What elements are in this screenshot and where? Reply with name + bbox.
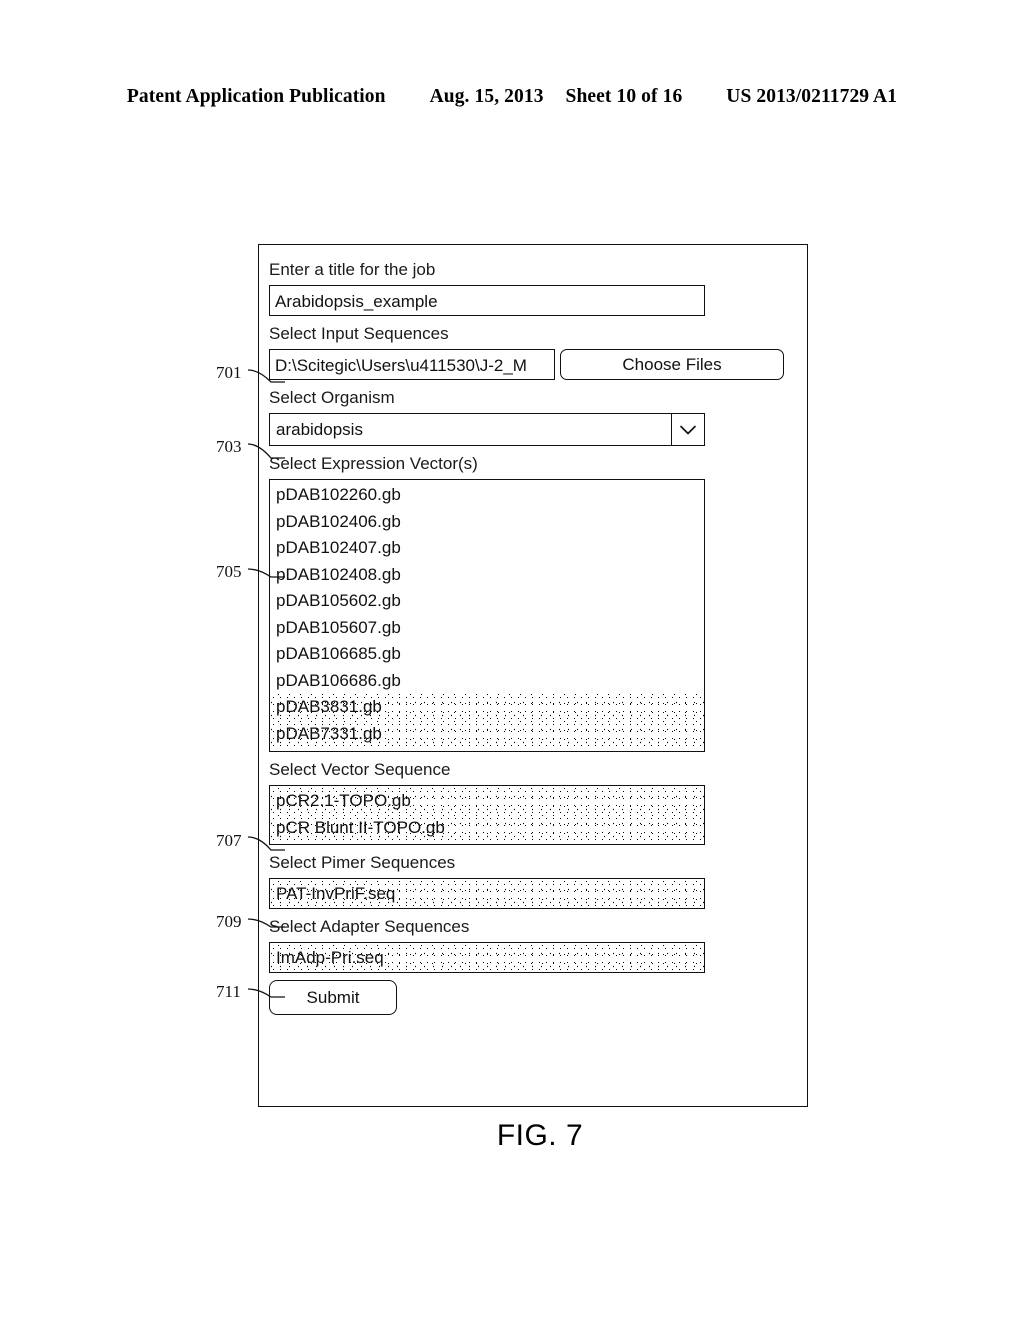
list-item[interactable]: pDAB7331.gb	[270, 720, 704, 747]
job-title-label: Enter a title for the job	[269, 260, 436, 279]
input-sequences-row: D:\Scitegic\Users\u411530\J-2_M Choose F…	[269, 349, 799, 380]
callout-703-label: 703	[216, 437, 242, 456]
patent-number: US 2013/0211729 A1	[726, 86, 898, 107]
list-item[interactable]: pDAB102408.gb	[270, 562, 704, 589]
expression-vector-field-group: Select Expression Vector(s) pDAB102260.g…	[269, 453, 799, 752]
publication-date: Aug. 15, 2013	[429, 86, 544, 107]
list-item[interactable]: pCR2.1-TOPO.gb	[270, 788, 704, 815]
list-item[interactable]: pCR Blunt II-TOPO.gb	[270, 814, 704, 841]
publication-header-left: Patent Application Publication	[126, 86, 386, 107]
organism-select[interactable]: arabidopsis	[269, 413, 705, 446]
adapter-sequence-field-group: Select Adapter Sequences ImAdp-Pri.seq	[269, 916, 799, 973]
job-submission-dialog: Enter a title for the job Arabidopsis_ex…	[258, 244, 808, 1107]
input-sequences-field-group: Select Input Sequences D:\Scitegic\Users…	[269, 323, 799, 380]
list-item[interactable]: pDAB106685.gb	[270, 641, 704, 668]
input-sequences-field[interactable]: D:\Scitegic\Users\u411530\J-2_M	[269, 349, 555, 380]
primer-sequence-field-group: Select Pimer Sequences PAT-InvPriF.seq	[269, 852, 799, 909]
callout-711-label: 711	[216, 982, 241, 1001]
list-item[interactable]: pDAB3831.gb	[270, 694, 704, 721]
job-title-field-group: Enter a title for the job Arabidopsis_ex…	[269, 259, 799, 316]
callout-701-label: 701	[216, 363, 242, 382]
submit-button[interactable]: Submit	[269, 980, 397, 1015]
adapter-sequence-list[interactable]: ImAdp-Pri.seq	[269, 942, 705, 973]
input-sequences-label: Select Input Sequences	[269, 324, 449, 343]
callout-701-leader	[247, 369, 285, 383]
list-item[interactable]: pDAB105607.gb	[270, 615, 704, 642]
vector-sequence-list[interactable]: pCR2.1-TOPO.gb pCR Blunt II-TOPO.gb	[269, 785, 705, 845]
expression-vector-list[interactable]: pDAB102260.gb pDAB102406.gb pDAB102407.gb p…	[269, 479, 705, 752]
expression-vector-label: Select Expression Vector(s)	[269, 454, 478, 473]
vector-sequence-field-group: Select Vector Sequence pCR2.1-TOPO.gb pCR…	[269, 759, 799, 845]
list-item[interactable]: pDAB102260.gb	[270, 482, 704, 509]
list-item[interactable]: pDAB102407.gb	[270, 535, 704, 562]
list-item[interactable]: pDAB102406.gb	[270, 509, 704, 536]
organism-label: Select Organism	[269, 388, 395, 407]
list-item[interactable]: pDAB106686.gb	[270, 668, 704, 695]
callout-707-leader	[247, 836, 285, 851]
primer-sequence-list[interactable]: PAT-InvPriF.seq	[269, 878, 705, 909]
organism-field-group: Select Organism arabidopsis	[269, 387, 799, 446]
list-item[interactable]: pDAB105602.gb	[270, 588, 704, 615]
sheet-number: Sheet 10 of 16	[565, 86, 683, 107]
choose-files-button[interactable]: Choose Files	[560, 349, 784, 380]
job-form: Enter a title for the job Arabidopsis_ex…	[269, 259, 799, 1015]
callout-709-leader	[247, 918, 285, 928]
callout-705-leader	[247, 568, 285, 578]
chevron-down-icon[interactable]	[671, 414, 704, 445]
list-item[interactable]: PAT-InvPriF.seq	[270, 881, 704, 908]
adapter-sequence-label: Select Adapter Sequences	[269, 917, 470, 936]
list-item[interactable]: ImAdp-Pri.seq	[270, 945, 704, 972]
publication-header: Patent Application Publication Aug. 15, …	[0, 86, 1024, 108]
callout-709-label: 709	[216, 912, 242, 931]
figure-caption: FIG. 7	[496, 1119, 584, 1152]
callout-707-label: 707	[216, 831, 242, 850]
vector-sequence-label: Select Vector Sequence	[269, 760, 451, 779]
primer-sequence-label: Select Pimer Sequences	[269, 853, 456, 872]
organism-selected-value: arabidopsis	[276, 420, 363, 439]
callout-711-leader	[247, 988, 285, 998]
callout-703-leader	[247, 443, 285, 459]
callout-705-label: 705	[216, 562, 242, 581]
job-title-input[interactable]: Arabidopsis_example	[269, 285, 705, 316]
